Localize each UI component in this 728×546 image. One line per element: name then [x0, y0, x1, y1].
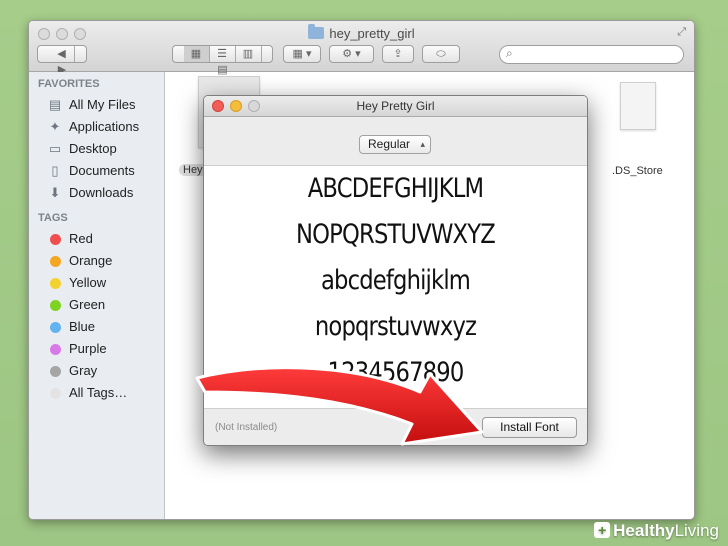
red-arrow-annotation [195, 366, 484, 446]
plus-logo-icon: + [594, 522, 611, 538]
healthy-living-watermark: + HealthyLiving [590, 521, 725, 543]
